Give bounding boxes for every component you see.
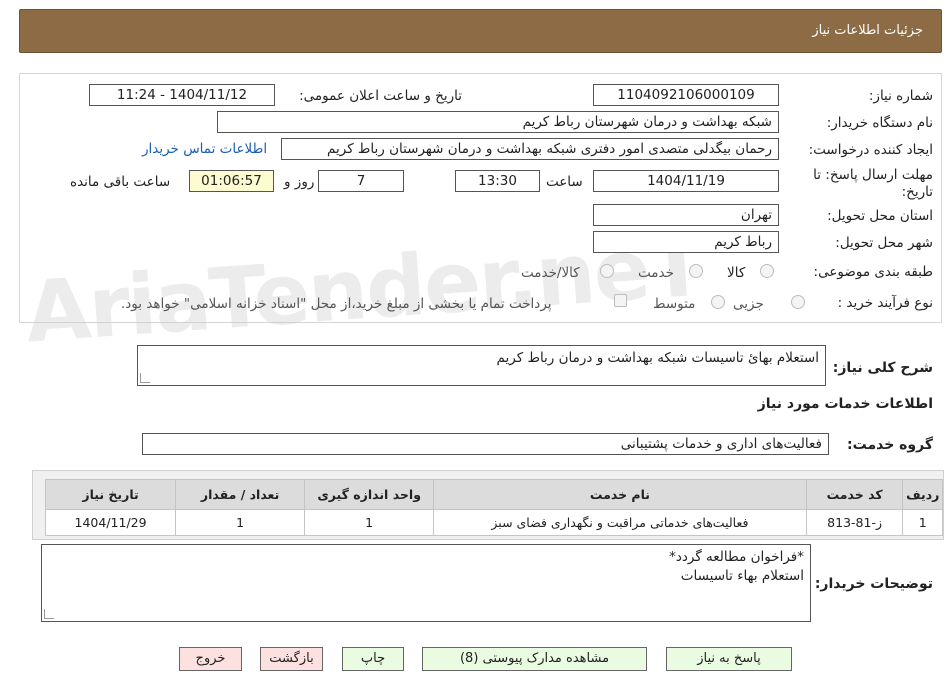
purchase-option-minor: جزیی xyxy=(733,296,764,312)
purchase-radio-minor[interactable] xyxy=(791,295,805,309)
resize-grip-icon[interactable] xyxy=(44,609,54,619)
creator-label: ایجاد کننده درخواست: xyxy=(808,142,933,158)
col-name: نام خدمت xyxy=(433,479,807,510)
cell-qty: 1 xyxy=(175,509,306,536)
purchase-radio-medium[interactable] xyxy=(711,295,725,309)
services-section-title: اطلاعات خدمات مورد نیاز xyxy=(757,396,933,412)
back-button[interactable]: بازگشت xyxy=(260,647,323,671)
deadline-label-2: تاریخ: xyxy=(901,184,933,200)
cell-unit: 1 xyxy=(304,509,435,536)
col-unit: واحد اندازه گیری xyxy=(304,479,435,510)
purchase-option-medium: متوسط xyxy=(653,296,696,312)
province-field: تهران xyxy=(593,204,779,226)
remaining-time-field: 01:06:57 xyxy=(189,170,274,192)
col-code: کد خدمت xyxy=(805,479,904,510)
buyer-contact-link[interactable]: اطلاعات تماس خریدار xyxy=(142,141,267,157)
col-date: تاریخ نیاز xyxy=(44,479,177,510)
deadline-date-field: 1404/11/19 xyxy=(593,170,779,192)
category-option-goods: کالا xyxy=(727,265,746,281)
description-field: استعلام بهائ تاسیسات شبکه بهداشت و درمان… xyxy=(137,345,826,386)
service-group-field: فعالیت‌های اداری و خدمات پشتیبانی xyxy=(142,433,829,455)
treasury-checkbox[interactable] xyxy=(614,294,627,307)
print-button[interactable]: چاپ xyxy=(342,647,404,671)
category-radio-goods[interactable] xyxy=(760,264,774,278)
category-label: طبقه بندی موضوعی: xyxy=(813,264,933,280)
announce-label: تاریخ و ساعت اعلان عمومی: xyxy=(299,88,462,104)
service-group-label: گروه خدمت: xyxy=(847,437,933,453)
cell-date: 1404/11/29 xyxy=(44,509,177,536)
services-table-wrapper: ردیف کد خدمت نام خدمت واحد اندازه گیری ت… xyxy=(32,470,944,540)
deadline-label: مهلت ارسال پاسخ: تا xyxy=(813,167,933,183)
services-table: ردیف کد خدمت نام خدمت واحد اندازه گیری ت… xyxy=(44,479,943,536)
province-label: استان محل تحویل: xyxy=(827,208,933,224)
purchase-type-label: نوع فرآیند خرید : xyxy=(837,295,933,311)
days-label: روز و xyxy=(284,174,315,190)
buyer-org-field: شبکه بهداشت و درمان شهرستان رباط کریم xyxy=(217,111,779,133)
need-number-field: 1104092106000109 xyxy=(593,84,779,106)
cell-row: 1 xyxy=(902,509,943,536)
category-option-goods-service: کالا/خدمت xyxy=(521,265,580,281)
city-field: رباط کریم xyxy=(593,231,779,253)
cell-name: فعالیت‌های خدماتی مراقبت و نگهداری فضای … xyxy=(433,509,807,536)
treasury-note: پرداخت تمام یا بخشی از مبلغ خرید،از محل … xyxy=(121,296,552,312)
col-row: ردیف xyxy=(902,479,943,510)
table-row: 1 ز-81-813 فعالیت‌های خدماتی مراقبت و نگ… xyxy=(44,509,943,536)
page-title: جزئیات اطلاعات نیاز xyxy=(812,23,923,38)
announce-field: 1404/11/12 - 11:24 xyxy=(89,84,275,106)
need-number-label: شماره نیاز: xyxy=(868,88,933,104)
page-header: جزئیات اطلاعات نیاز xyxy=(19,9,942,53)
category-radio-goods-service[interactable] xyxy=(600,264,614,278)
description-text: استعلام بهائ تاسیسات شبکه بهداشت و درمان… xyxy=(496,350,819,366)
buyer-notes-field: *فراخوان مطالعه گردد* استعلام بهاء تاسیس… xyxy=(41,544,811,622)
days-field: 7 xyxy=(318,170,404,192)
exit-button[interactable]: خروج xyxy=(179,647,242,671)
category-option-service: خدمت xyxy=(638,265,674,281)
category-radio-service[interactable] xyxy=(689,264,703,278)
cell-code: ز-81-813 xyxy=(805,509,904,536)
description-label: شرح کلی نیاز: xyxy=(832,360,933,376)
remaining-label: ساعت باقی مانده xyxy=(70,174,171,190)
creator-field: رحمان بیگدلی متصدی امور دفتری شبکه بهداش… xyxy=(281,138,779,160)
buyer-org-label: نام دستگاه خریدار: xyxy=(826,115,933,131)
col-qty: تعداد / مقدار xyxy=(175,479,306,510)
buyer-notes-line2: استعلام بهاء تاسیسات xyxy=(680,568,804,584)
attachments-button[interactable]: مشاهده مدارک پیوستی (8) xyxy=(422,647,647,671)
reply-button[interactable]: پاسخ به نیاز xyxy=(666,647,792,671)
city-label: شهر محل تحویل: xyxy=(835,235,933,251)
table-header-row: ردیف کد خدمت نام خدمت واحد اندازه گیری ت… xyxy=(44,479,943,510)
buyer-notes-label: توضیحات خریدار: xyxy=(814,576,933,592)
resize-grip-icon[interactable] xyxy=(140,373,150,383)
buyer-notes-line1: *فراخوان مطالعه گردد* xyxy=(669,549,804,565)
deadline-time-field: 13:30 xyxy=(455,170,540,192)
time-label: ساعت xyxy=(546,174,583,190)
